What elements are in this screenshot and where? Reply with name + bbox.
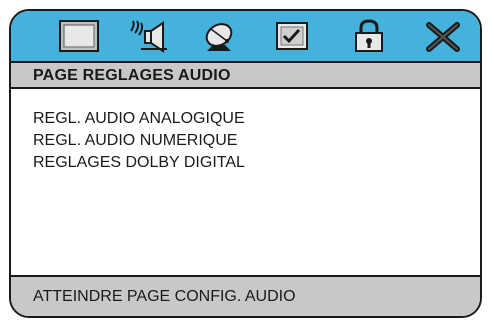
menu-item-analog-audio[interactable]: REGL. AUDIO ANALOGIQUE — [33, 108, 245, 130]
setup-toolbar — [11, 11, 480, 63]
video-setup-icon[interactable] — [197, 19, 241, 53]
menu-item-dolby-digital[interactable]: REGLAGES DOLBY DIGITAL — [33, 152, 245, 174]
page-title: PAGE REGLAGES AUDIO — [33, 67, 231, 84]
general-setup-icon[interactable] — [57, 19, 101, 53]
audio-settings-menu: REGL. AUDIO ANALOGIQUE REGL. AUDIO NUMER… — [33, 108, 245, 174]
menu-item-digital-audio[interactable]: REGL. AUDIO NUMERIQUE — [33, 130, 245, 152]
setup-menu-window: PAGE REGLAGES AUDIO REGL. AUDIO ANALOGIQ… — [9, 9, 482, 318]
page-title-bar: PAGE REGLAGES AUDIO — [11, 63, 480, 89]
status-text: ATTEINDRE PAGE CONFIG. AUDIO — [33, 288, 296, 305]
preference-icon[interactable] — [269, 19, 313, 53]
status-bar: ATTEINDRE PAGE CONFIG. AUDIO — [11, 275, 480, 316]
password-lock-icon[interactable] — [347, 19, 391, 53]
exit-icon[interactable] — [421, 19, 465, 53]
audio-setup-icon[interactable] — [127, 19, 171, 53]
